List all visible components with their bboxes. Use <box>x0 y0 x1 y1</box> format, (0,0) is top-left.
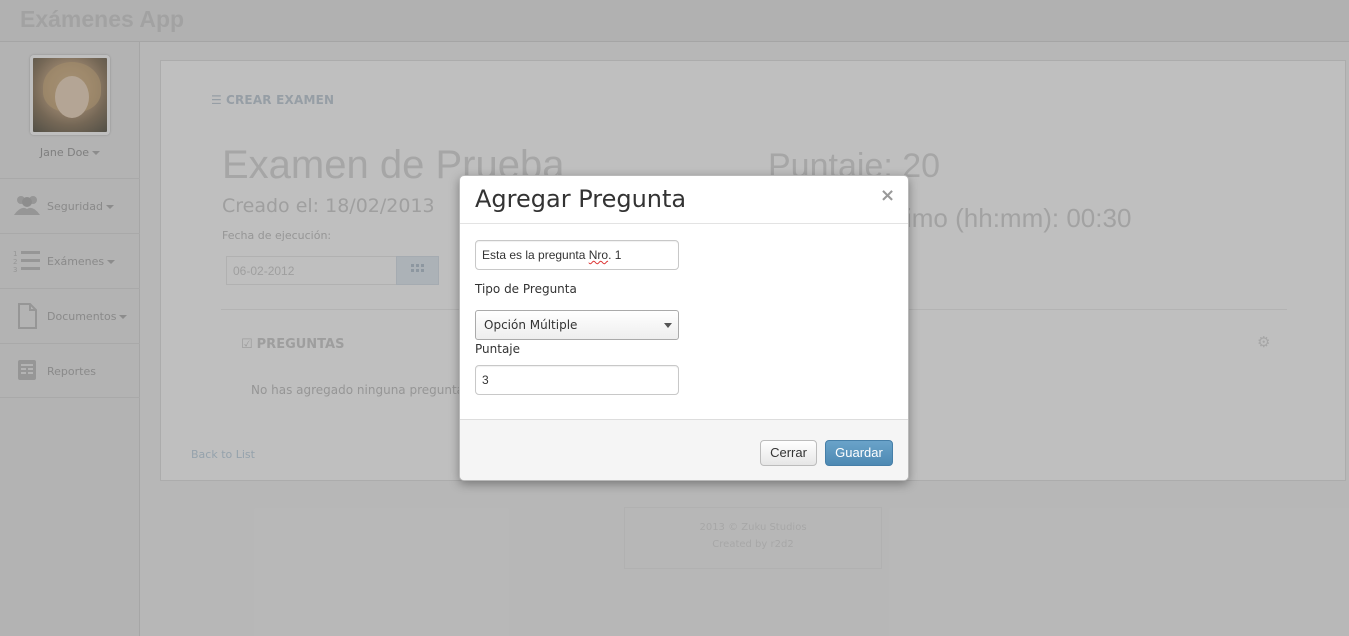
points-input[interactable]: 3 <box>475 365 679 395</box>
points-label: Puntaje <box>475 342 521 356</box>
question-text-input[interactable]: Esta es la pregunta Nro. 1 <box>475 240 679 270</box>
question-type-value: Opción Múltiple <box>484 318 578 332</box>
question-text-misspelled: Nro <box>588 248 609 262</box>
modal-footer: Cerrar Guardar <box>460 419 908 480</box>
save-button[interactable]: Guardar <box>825 440 893 466</box>
question-type-label: Tipo de Pregunta <box>475 282 577 296</box>
question-text-part: . 1 <box>608 248 622 262</box>
add-question-modal: Agregar Pregunta × Esta es la pregunta N… <box>459 175 909 481</box>
modal-header: Agregar Pregunta × <box>460 176 908 224</box>
modal-title: Agregar Pregunta <box>475 185 687 213</box>
question-text-part: Esta es la pregunta <box>482 248 589 262</box>
close-icon[interactable]: × <box>880 185 895 206</box>
close-button[interactable]: Cerrar <box>760 440 817 466</box>
question-type-select[interactable]: Opción Múltiple <box>475 310 679 340</box>
chevron-down-icon <box>664 323 672 328</box>
